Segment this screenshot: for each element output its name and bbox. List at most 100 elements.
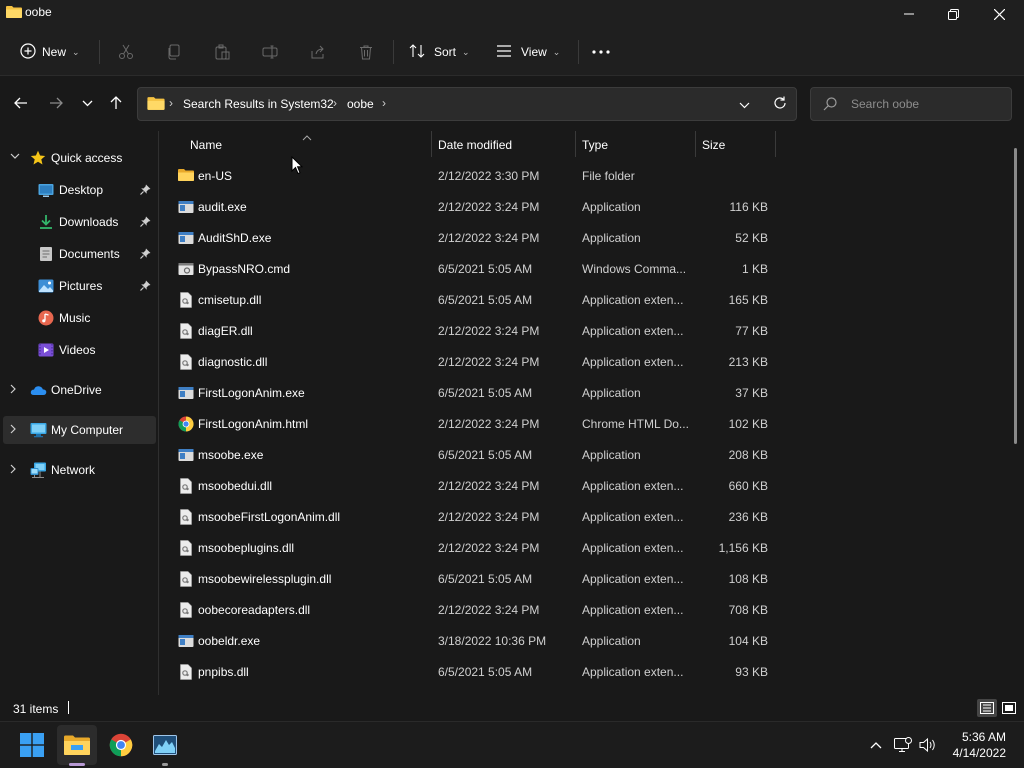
file-size: 108 KB [728,572,768,586]
view-button[interactable]: View ⌄ [496,38,560,66]
sidebar-item-music[interactable]: Music [0,304,156,332]
more-options-icon[interactable] [591,42,611,62]
file-row[interactable]: FirstLogonAnim.exe 6/5/2021 5:05 AM Appl… [170,378,775,409]
cut-icon[interactable] [116,42,136,62]
search-box[interactable]: Search oobe [810,87,1012,121]
rename-icon[interactable] [260,42,280,62]
star-icon [30,150,46,166]
sidebar-item-quick-access[interactable]: Quick access [0,144,156,172]
file-row[interactable]: diagnostic.dll 2/12/2022 3:24 PM Applica… [170,347,775,378]
tiles-view-button[interactable] [999,699,1019,717]
address-bar[interactable]: › Search Results in System32 › oobe › [137,87,797,121]
chevron-down-icon [82,100,92,106]
column-divider[interactable] [431,131,432,157]
column-divider[interactable] [775,131,776,157]
chevron-right-icon[interactable] [10,424,17,437]
taskbar-resource-monitor[interactable] [145,725,185,765]
column-header-size[interactable]: Size [702,131,774,159]
dll-icon [178,540,194,556]
column-divider[interactable] [575,131,576,157]
back-button[interactable] [9,91,33,115]
network-status-icon[interactable] [893,735,913,755]
sidebar-item-videos[interactable]: Videos [0,336,156,364]
restore-button[interactable] [930,0,976,28]
sidebar-item-my-computer[interactable]: My Computer [3,416,156,444]
forward-button[interactable] [44,91,68,115]
new-button[interactable]: New ⌄ [20,38,80,66]
file-size: 708 KB [728,603,768,617]
file-row[interactable]: audit.exe 2/12/2022 3:24 PM Application … [170,192,775,223]
chevron-down-icon: ⌄ [72,46,80,57]
sidebar-item-downloads[interactable]: Downloads [0,208,156,236]
command-bar: New ⌄ Sort ⌄ View ⌄ [0,28,1024,76]
divider [393,40,394,64]
chevron-up-icon[interactable] [866,735,886,755]
file-row[interactable]: BypassNRO.cmd 6/5/2021 5:05 AM Windows C… [170,254,775,285]
breadcrumb-chevron-icon[interactable]: › [382,96,386,110]
file-row[interactable]: msoobeFirstLogonAnim.dll 2/12/2022 3:24 … [170,502,775,533]
file-row[interactable]: msoobeplugins.dll 2/12/2022 3:24 PM Appl… [170,533,775,564]
sidebar-item-label: Downloads [59,215,119,229]
sidebar-item-desktop[interactable]: Desktop [0,176,156,204]
file-row[interactable]: FirstLogonAnim.html 2/12/2022 3:24 PM Ch… [170,409,775,440]
minimize-button[interactable] [886,0,932,28]
file-row[interactable]: msoobewirelessplugin.dll 6/5/2021 5:05 A… [170,564,775,595]
file-type: Application exten... [582,324,684,338]
file-row[interactable]: cmisetup.dll 6/5/2021 5:05 AM Applicatio… [170,285,775,316]
taskbar-file-explorer[interactable] [57,725,97,765]
column-header-date[interactable]: Date modified [438,131,574,159]
file-name: msoobedui.dll [198,479,273,493]
file-row[interactable]: AuditShD.exe 2/12/2022 3:24 PM Applicati… [170,223,775,254]
active-app-indicator [69,763,85,766]
dll-icon [178,323,194,339]
up-button[interactable] [104,91,128,115]
sidebar-item-onedrive[interactable]: OneDrive [0,376,156,404]
divider [99,40,100,64]
chrome-icon [178,416,194,432]
breadcrumb-oobe[interactable]: oobe [347,97,374,111]
column-divider[interactable] [695,131,696,157]
address-dropdown-icon[interactable] [739,98,750,112]
chevron-down-icon[interactable] [10,152,20,163]
copy-icon[interactable] [164,42,184,62]
file-row[interactable]: pnpibs.dll 6/5/2021 5:05 AM Application … [170,657,775,688]
vertical-scrollbar[interactable] [1014,148,1017,444]
breadcrumb-chevron-icon[interactable]: › [169,96,173,110]
file-name: pnpibs.dll [198,665,249,679]
paste-icon[interactable] [212,42,232,62]
file-row[interactable]: msoobedui.dll 2/12/2022 3:24 PM Applicat… [170,471,775,502]
delete-icon[interactable] [356,42,376,62]
pin-icon [140,184,151,198]
file-row[interactable]: diagER.dll 2/12/2022 3:24 PM Application… [170,316,775,347]
sidebar-item-network[interactable]: Network [0,456,156,484]
column-header-name[interactable]: Name [190,131,430,159]
details-view-button[interactable] [977,699,997,717]
sort-button[interactable]: Sort ⌄ [409,38,470,66]
file-row[interactable]: msoobe.exe 6/5/2021 5:05 AM Application … [170,440,775,471]
music-icon [38,310,54,326]
file-name: oobecoreadapters.dll [198,603,311,617]
sidebar-item-pictures[interactable]: Pictures [0,272,156,300]
pane-divider[interactable] [158,131,159,695]
taskbar-chrome[interactable] [101,725,141,765]
volume-icon[interactable] [918,735,938,755]
pin-icon [140,280,151,294]
file-date: 2/12/2022 3:24 PM [438,355,540,369]
breadcrumb-chevron-icon[interactable]: › [333,96,337,110]
close-button[interactable] [976,0,1022,28]
chevron-right-icon[interactable] [10,384,17,397]
file-row[interactable]: en-US 2/12/2022 3:30 PM File folder [170,161,775,192]
system-clock[interactable]: 5:36 AM 4/14/2022 [940,729,1006,761]
column-header-type[interactable]: Type [582,131,694,159]
refresh-icon[interactable] [773,96,787,113]
start-button[interactable] [12,725,52,765]
sidebar-item-documents[interactable]: Documents [0,240,156,268]
sidebar-item-label: OneDrive [51,383,102,397]
breadcrumb-search-results[interactable]: Search Results in System32 [183,97,334,111]
file-type: Chrome HTML Do... [582,417,688,431]
chevron-right-icon[interactable] [10,464,17,477]
share-icon[interactable] [308,42,328,62]
recent-locations-button[interactable] [75,91,99,115]
file-row[interactable]: oobecoreadapters.dll 2/12/2022 3:24 PM A… [170,595,775,626]
file-row[interactable]: oobeldr.exe 3/18/2022 10:36 PM Applicati… [170,626,775,657]
